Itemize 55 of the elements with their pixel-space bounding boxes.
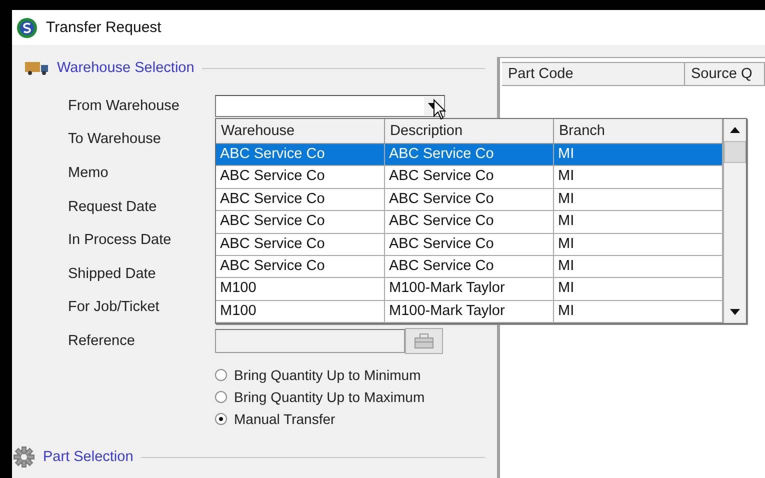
table-cell[interactable]: ABC Service Co (385, 234, 554, 256)
table-cell[interactable]: ABC Service Co (385, 166, 554, 189)
table-cell[interactable]: MI (554, 300, 723, 324)
table-cell[interactable]: MI (554, 278, 723, 301)
table-cell[interactable]: ABC Service Co (216, 256, 385, 278)
table-cell[interactable]: M100-Mark Taylor (385, 278, 554, 301)
table-cell[interactable]: ABC Service Co (385, 144, 554, 166)
radio-button[interactable] (215, 390, 227, 403)
field-label: To Warehouse (68, 131, 162, 148)
field-label: Request Date (68, 198, 158, 215)
truck-icon (25, 61, 49, 75)
radio-option[interactable]: Bring Quantity Up to Maximum (215, 388, 497, 406)
field-label: For Job/Ticket (68, 299, 160, 316)
scrollbar[interactable] (723, 119, 746, 324)
column-header[interactable]: Warehouse (216, 119, 385, 144)
column-header[interactable]: Part Code (502, 62, 685, 86)
table-cell[interactable]: ABC Service Co (216, 188, 385, 212)
table-cell[interactable]: M100 (216, 278, 385, 301)
table-cell[interactable]: MI (554, 144, 723, 166)
field-label: Memo (68, 164, 110, 181)
scroll-thumb[interactable] (724, 141, 746, 163)
warehouse-combo[interactable] (215, 94, 445, 117)
down-arrow-icon (730, 309, 740, 316)
section-title: Warehouse Selection (57, 60, 194, 76)
table-cell[interactable]: MI (554, 188, 723, 212)
column-header[interactable]: Branch (554, 119, 723, 144)
table-cell[interactable]: MI (554, 234, 723, 256)
table-cell[interactable]: ABC Service Co (216, 144, 385, 166)
radio-button[interactable] (215, 412, 227, 425)
lookup-button[interactable] (405, 328, 443, 354)
section-title: Part Selection (43, 449, 134, 465)
field-label: Reference (68, 332, 136, 349)
field-label: Shipped Date (68, 266, 157, 282)
window-title: Transfer Request (46, 19, 162, 36)
column-header[interactable]: Source Q (685, 62, 765, 86)
radio-button[interactable] (215, 368, 227, 381)
table-cell[interactable]: ABC Service Co (216, 211, 385, 234)
table-cell[interactable]: M100 (216, 300, 385, 324)
column-header[interactable]: Description (385, 119, 554, 144)
table-cell[interactable]: MI (554, 166, 723, 189)
field-label: In Process Date (68, 232, 172, 248)
radio-option[interactable]: Manual Transfer (215, 410, 497, 428)
table-cell[interactable]: M100-Mark Taylor (385, 300, 554, 324)
table-cell[interactable]: ABC Service Co (216, 166, 385, 189)
field-label: From Warehouse (68, 98, 180, 114)
table-cell[interactable]: ABC Service Co (385, 211, 554, 234)
app-logo-icon (16, 16, 38, 38)
table-cell[interactable]: MI (554, 211, 723, 234)
table-cell[interactable]: ABC Service Co (385, 256, 554, 278)
toolbox-icon (414, 332, 434, 349)
radio-option[interactable]: Bring Quantity Up to Minimum (215, 366, 497, 384)
up-arrow-icon (730, 127, 740, 133)
table-cell[interactable]: ABC Service Co (216, 234, 385, 256)
table-cell[interactable]: ABC Service Co (385, 188, 554, 212)
table-cell[interactable]: MI (554, 256, 723, 278)
